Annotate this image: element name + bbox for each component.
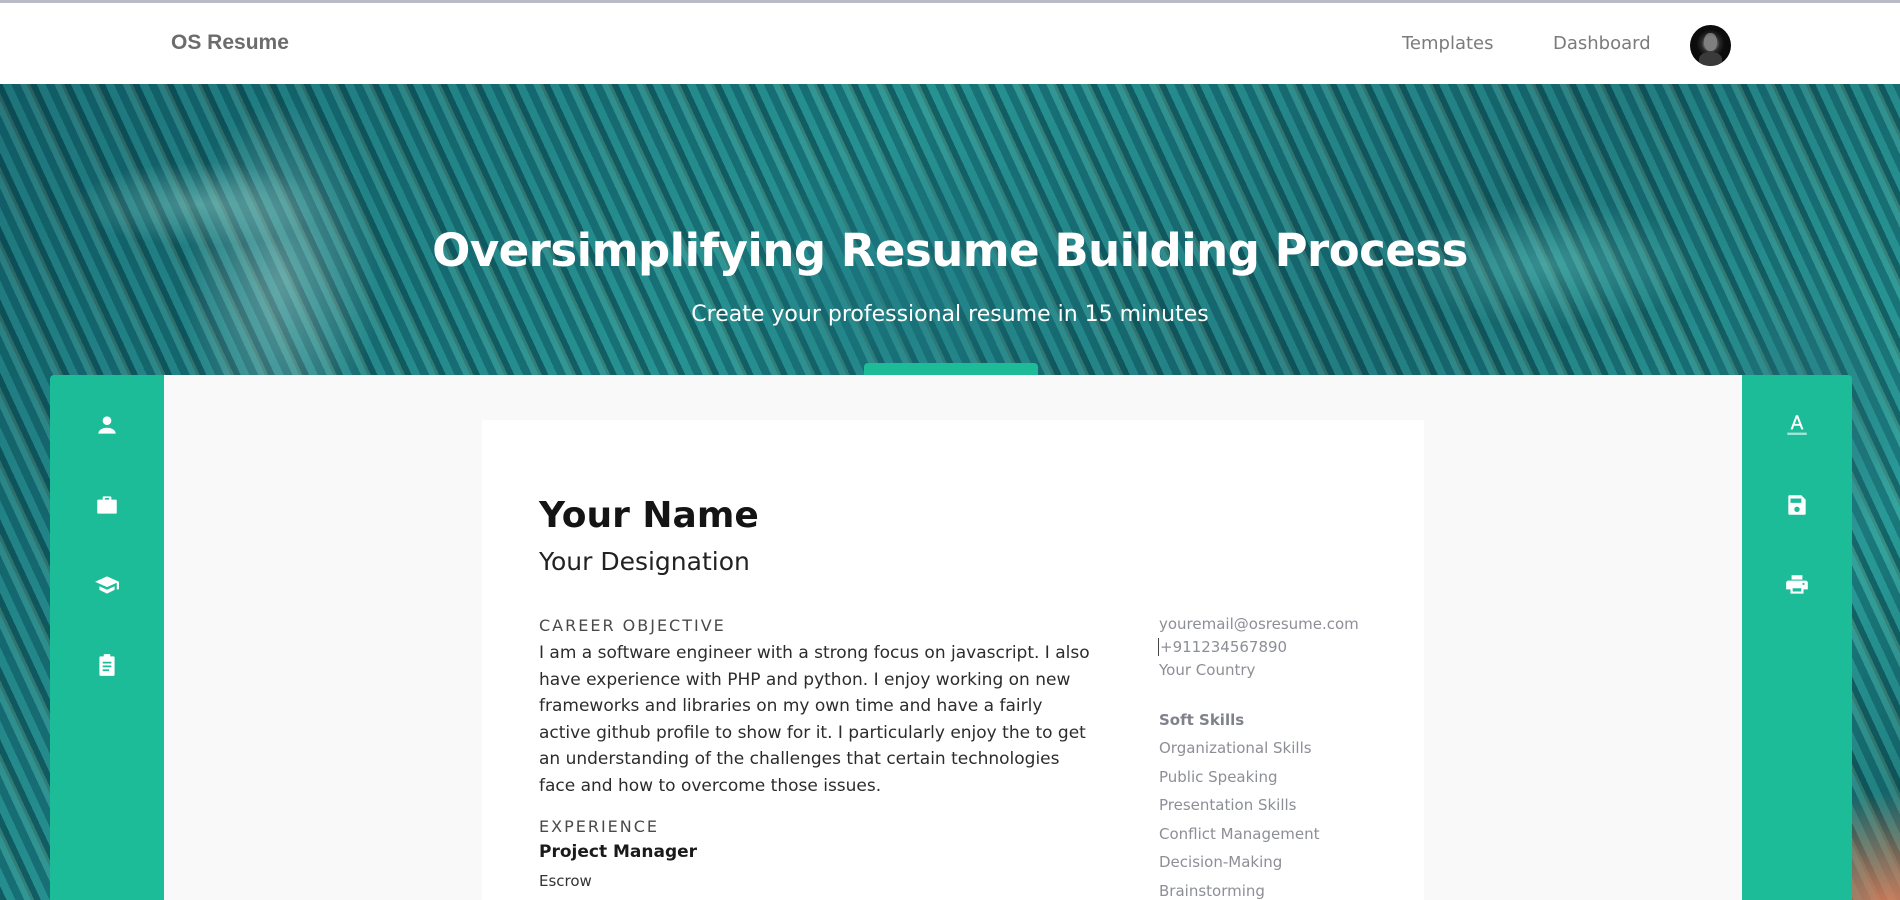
soft-skill-item[interactable]: Presentation Skills [1159, 794, 1319, 823]
soft-skill-item[interactable]: Decision-Making [1159, 851, 1319, 880]
contact-country[interactable]: Your Country [1159, 661, 1255, 679]
hero-subtitle: Create your professional resume in 15 mi… [691, 302, 1209, 327]
save-icon [1788, 495, 1806, 515]
text-format-button[interactable] [1777, 405, 1817, 445]
right-action-toolbar [1742, 375, 1852, 900]
avatar-shoulders [1699, 52, 1722, 66]
contact-email[interactable]: youremail@osresume.com [1159, 615, 1359, 633]
briefcase-icon [97, 496, 117, 514]
soft-skill-item[interactable]: Organizational Skills [1159, 737, 1319, 766]
experience-company[interactable]: Escrow [539, 872, 592, 890]
print-button[interactable] [1777, 565, 1817, 605]
resume-workspace: Your Name Your Designation CAREER OBJECT… [164, 375, 1742, 900]
save-button[interactable] [1777, 485, 1817, 525]
font-format-icon [1787, 415, 1807, 435]
experience-job-title[interactable]: Project Manager [539, 842, 697, 862]
nav-link-templates[interactable]: Templates [1402, 33, 1494, 54]
contact-phone[interactable]: +911234567890 [1158, 638, 1287, 656]
clipboard-icon [99, 654, 115, 676]
personal-info-button[interactable] [87, 405, 127, 445]
soft-skills-list: Organizational Skills Public Speaking Pr… [1159, 737, 1319, 900]
soft-skill-item[interactable]: Public Speaking [1159, 766, 1319, 795]
soft-skill-item[interactable]: Conflict Management [1159, 823, 1319, 852]
hero-title: Oversimplifying Resume Building Process [432, 224, 1468, 277]
career-objective-text[interactable]: I am a software engineer with a strong f… [539, 640, 1099, 799]
person-icon [98, 416, 116, 434]
resume-name[interactable]: Your Name [539, 495, 759, 536]
experience-button[interactable] [87, 485, 127, 525]
career-objective-heading: CAREER OBJECTIVE [539, 616, 726, 635]
soft-skill-item[interactable]: Brainstorming [1159, 880, 1319, 900]
experience-heading: EXPERIENCE [539, 817, 660, 836]
brand-logo-link[interactable]: OS Resume [171, 31, 289, 55]
resume-designation[interactable]: Your Designation [539, 547, 750, 576]
skills-button[interactable] [87, 645, 127, 685]
avatar-face [1704, 33, 1717, 51]
nav-link-dashboard[interactable]: Dashboard [1553, 33, 1651, 54]
print-icon [1786, 575, 1808, 594]
education-button[interactable] [87, 565, 127, 605]
left-section-toolbar [50, 375, 164, 900]
user-avatar[interactable] [1690, 25, 1731, 66]
soft-skills-heading: Soft Skills [1159, 711, 1245, 729]
navbar: OS Resume Templates Dashboard [0, 3, 1900, 84]
resume-paper: Your Name Your Designation CAREER OBJECT… [482, 420, 1424, 900]
graduation-cap-icon [95, 576, 119, 594]
